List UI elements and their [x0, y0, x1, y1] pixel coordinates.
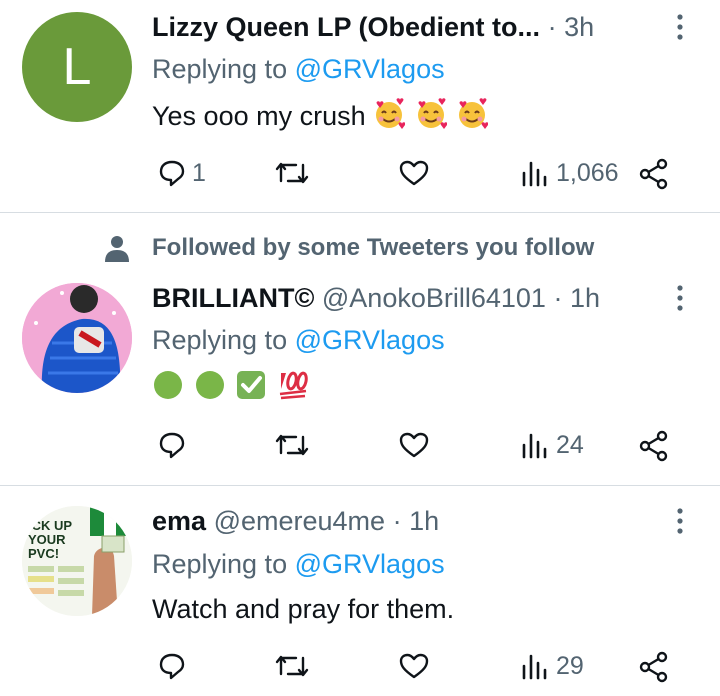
check-mark-button-icon [237, 371, 266, 399]
retweet-button[interactable] [274, 646, 316, 686]
more-options-icon[interactable] [670, 506, 690, 536]
author-handle[interactable]: @AnokoBrill64101 [322, 283, 546, 313]
views-button[interactable]: 24 [520, 425, 584, 465]
tweet-header: ema @emereu4me · 1h [152, 504, 660, 538]
timestamp[interactable]: 1h [570, 283, 600, 313]
author-name[interactable]: ema [152, 506, 206, 536]
retweet-icon [275, 434, 309, 456]
action-bar: 29 [152, 646, 682, 686]
tweet-1[interactable]: L Lizzy Queen LP (Obedient to... · 3h Re… [0, 0, 720, 212]
tweet-3[interactable]: ICK UP YOUR PVC! ema @emereu4me · 1h Rep… [0, 486, 720, 696]
tweet-text: Yes ooo my crush [152, 98, 490, 133]
view-count: 24 [556, 430, 584, 459]
replying-to: Replying to @GRVlagos [152, 549, 445, 579]
views-button[interactable]: 1,066 [520, 153, 619, 193]
emoji-list [373, 98, 490, 131]
heart-icon [399, 653, 429, 679]
like-button[interactable] [398, 153, 436, 193]
author-name[interactable]: BRILLIANT© [152, 283, 314, 313]
avatar[interactable]: L [22, 12, 132, 122]
reply-button[interactable] [158, 425, 192, 465]
avatar-text-line-1: ICK UP [28, 518, 72, 533]
avatar[interactable] [22, 283, 132, 393]
timestamp[interactable]: 3h [564, 12, 594, 42]
retweet-icon [275, 162, 309, 184]
reply-icon [159, 160, 185, 187]
tweet-text: Watch and pray for them. [152, 594, 455, 624]
tweet-2[interactable]: Followed by some Tweeters you follow BRI… [0, 213, 720, 485]
avatar-image [22, 283, 132, 393]
avatar-image: ICK UP YOUR PVC! [22, 506, 132, 616]
replying-handle-link[interactable]: @GRVlagos [295, 325, 445, 355]
green-circle-icon [195, 371, 224, 399]
replying-to: Replying to @GRVlagos [152, 54, 445, 84]
smiling-face-with-hearts-icon [417, 98, 447, 129]
retweet-icon [275, 655, 309, 677]
reply-icon [159, 653, 185, 680]
reply-button[interactable] [158, 646, 192, 686]
author-name[interactable]: Lizzy Queen LP (Obedient to... [152, 12, 540, 42]
views-button[interactable]: 29 [520, 646, 584, 686]
retweet-button[interactable] [274, 153, 316, 193]
reply-count: 1 [192, 158, 206, 187]
green-circle-icon [154, 371, 182, 399]
avatar-letter: L [62, 38, 92, 96]
view-count: 1,066 [556, 158, 619, 187]
heart-icon [399, 160, 429, 186]
more-options-icon[interactable] [670, 283, 690, 313]
share-icon[interactable] [638, 158, 670, 190]
tweet-header: Lizzy Queen LP (Obedient to... · 3h [152, 10, 660, 44]
person-icon [105, 236, 129, 262]
like-button[interactable] [398, 425, 436, 465]
replying-handle-link[interactable]: @GRVlagos [295, 549, 445, 579]
separator: · [547, 12, 557, 42]
views-icon [522, 654, 547, 680]
replying-handle-link[interactable]: @GRVlagos [295, 54, 445, 84]
timestamp[interactable]: 1h [409, 506, 439, 536]
more-options-icon[interactable] [670, 12, 690, 42]
replying-to: Replying to @GRVlagos [152, 325, 445, 355]
separator: · [392, 506, 402, 536]
reply-icon [159, 432, 185, 459]
author-handle[interactable]: @emereu4me [214, 506, 385, 536]
reply-button[interactable]: 1 [158, 153, 206, 193]
view-count: 29 [556, 651, 584, 680]
avatar-text-line-3: PVC! [28, 546, 59, 561]
action-bar: 24 [152, 425, 682, 465]
avatar[interactable]: ICK UP YOUR PVC! [22, 506, 132, 616]
like-button[interactable] [398, 646, 436, 686]
retweet-button[interactable] [274, 425, 316, 465]
views-icon [522, 161, 547, 187]
action-bar: 1 1,066 [152, 153, 682, 193]
share-icon[interactable] [638, 430, 670, 462]
hundred-points-icon [279, 371, 308, 400]
views-icon [522, 433, 547, 459]
tweet-header: BRILLIANT© @AnokoBrill64101 · 1h [152, 281, 660, 315]
avatar-text-line-2: YOUR [28, 532, 66, 547]
separator: · [553, 283, 563, 313]
tweet-text [152, 369, 311, 404]
heart-icon [399, 432, 429, 458]
smiling-face-with-hearts-icon [459, 98, 489, 129]
social-context: Followed by some Tweeters you follow [152, 234, 595, 261]
share-icon[interactable] [638, 651, 670, 683]
smiling-face-with-hearts-icon [376, 98, 406, 129]
